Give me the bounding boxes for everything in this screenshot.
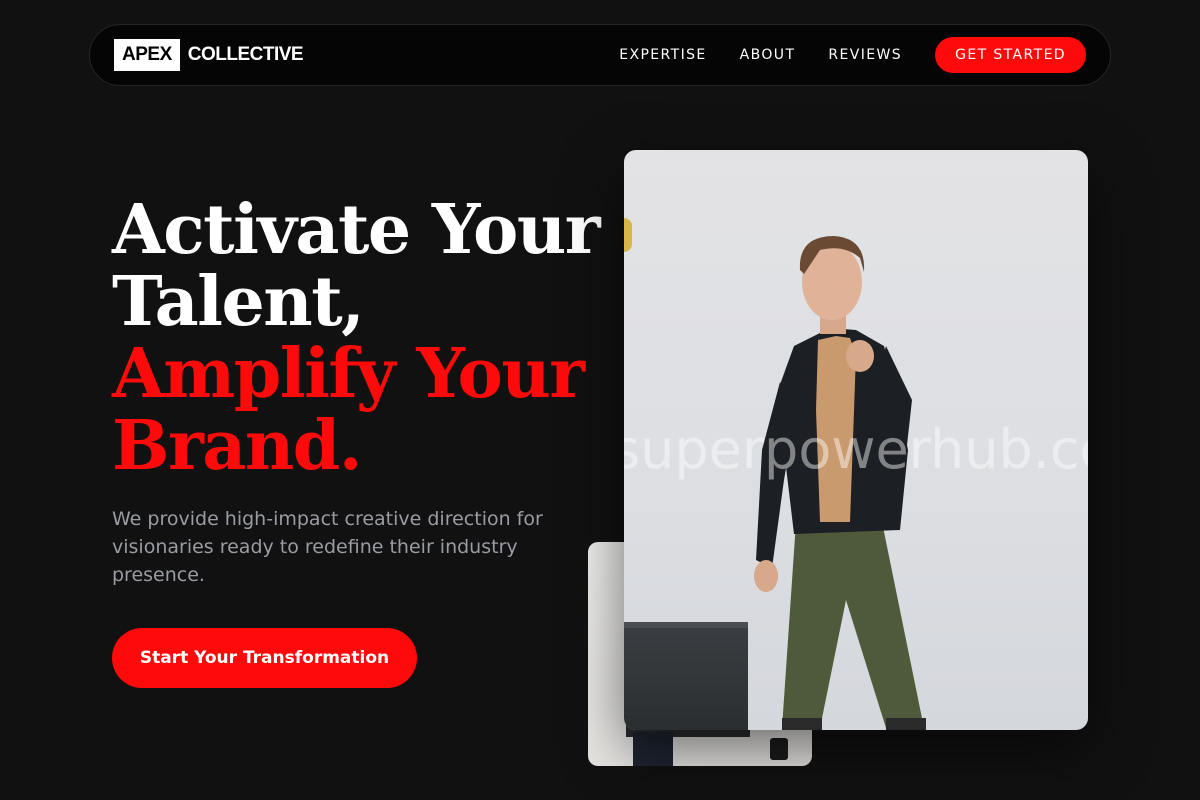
start-transformation-button[interactable]: Start Your Transformation [112, 628, 417, 688]
photo-watermark: superpowerhub.com [624, 418, 1088, 481]
hero-headline-line-2: Talent, [112, 262, 365, 342]
landing-page: APEX COLLECTIVE EXPERTISE ABOUT REVIEWS … [0, 0, 1200, 800]
photo-legs-shape [633, 732, 673, 766]
logo-wordmark: COLLECTIVE [187, 44, 304, 65]
logo-box-text: APEX [114, 39, 180, 71]
hero-headline-line-4: Brand. [112, 406, 363, 486]
get-started-button[interactable]: GET STARTED [935, 37, 1086, 73]
top-navbar: APEX COLLECTIVE EXPERTISE ABOUT REVIEWS … [89, 24, 1111, 86]
hero-model-photo: superpowerhub.com [624, 150, 1088, 730]
hero-headline-line-3: Amplify Your [112, 334, 585, 414]
photo-shoe-shape [770, 738, 788, 760]
photo-block-shape [624, 628, 748, 730]
hero-headline: Activate Your Talent, Amplify Your Brand… [112, 190, 601, 486]
hero-description: We provide high-impact creative directio… [112, 508, 543, 586]
nav-link-expertise[interactable]: EXPERTISE [619, 47, 706, 63]
brand-logo[interactable]: APEX COLLECTIVE [114, 39, 304, 71]
nav-link-about[interactable]: ABOUT [740, 47, 796, 63]
nav-links: EXPERTISE ABOUT REVIEWS GET STARTED [619, 37, 1086, 73]
hero-headline-line-1: Activate Your [112, 190, 601, 270]
nav-link-reviews[interactable]: REVIEWS [828, 47, 902, 63]
